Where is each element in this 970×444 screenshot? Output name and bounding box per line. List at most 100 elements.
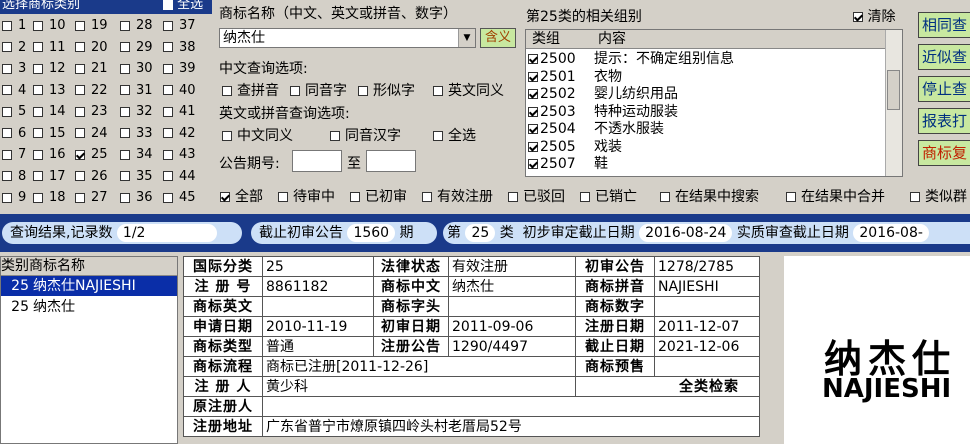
category-item-9[interactable]: 9 bbox=[2, 189, 26, 207]
category-checkbox[interactable] bbox=[163, 192, 173, 203]
filter-option-5[interactable]: 已驳回 bbox=[508, 186, 565, 206]
category-checkbox[interactable] bbox=[2, 42, 12, 52]
category-checkbox[interactable] bbox=[163, 149, 173, 160]
category-item-44[interactable]: 44 bbox=[163, 168, 196, 186]
group-checkbox[interactable] bbox=[528, 54, 538, 64]
stop-search-button[interactable]: 停止查 bbox=[918, 76, 970, 102]
issue-to-input[interactable] bbox=[366, 150, 416, 172]
category-checkbox[interactable] bbox=[75, 192, 85, 203]
group-row[interactable]: 2500 提示：不确定组别信息 bbox=[528, 50, 734, 68]
category-item-13[interactable]: 13 bbox=[33, 82, 66, 100]
category-checkbox[interactable] bbox=[75, 106, 85, 117]
cn-option-checkbox[interactable] bbox=[433, 86, 443, 96]
filter-option-2[interactable]: 待审中 bbox=[278, 186, 335, 206]
category-checkbox[interactable] bbox=[2, 128, 12, 138]
select-all-checkbox[interactable] bbox=[163, 0, 173, 10]
category-item-25[interactable]: 25 bbox=[75, 146, 108, 164]
category-checkbox[interactable] bbox=[33, 42, 43, 52]
category-item-6[interactable]: 6 bbox=[2, 125, 26, 143]
report-print-button[interactable]: 报表打 bbox=[918, 108, 970, 134]
filter-checkbox[interactable] bbox=[580, 192, 590, 202]
category-item-41[interactable]: 41 bbox=[163, 103, 196, 121]
category-item-42[interactable]: 42 bbox=[163, 125, 196, 143]
category-item-20[interactable]: 20 bbox=[75, 39, 108, 57]
category-checkbox[interactable] bbox=[2, 106, 12, 117]
category-checkbox[interactable] bbox=[2, 63, 12, 74]
category-checkbox[interactable] bbox=[163, 63, 173, 74]
category-checkbox[interactable] bbox=[163, 128, 173, 138]
category-checkbox[interactable] bbox=[33, 106, 43, 117]
category-item-7[interactable]: 7 bbox=[2, 146, 26, 164]
category-checkbox[interactable] bbox=[75, 85, 85, 95]
category-checkbox[interactable] bbox=[120, 20, 130, 31]
category-item-5[interactable]: 5 bbox=[2, 103, 26, 121]
filter-checkbox[interactable] bbox=[220, 192, 230, 202]
category-checkbox[interactable] bbox=[120, 106, 130, 117]
category-checkbox[interactable] bbox=[120, 171, 130, 181]
filter-checkbox[interactable] bbox=[786, 192, 796, 202]
cn-option-4[interactable]: 英文同义 bbox=[433, 80, 504, 100]
category-item-28[interactable]: 28 bbox=[120, 17, 153, 35]
en-option-1[interactable]: 中文同义 bbox=[222, 125, 293, 145]
filter-option-3[interactable]: 已初审 bbox=[350, 186, 407, 206]
category-item-10[interactable]: 10 bbox=[33, 17, 66, 35]
similar-search-button[interactable]: 近似查 bbox=[918, 44, 970, 70]
category-checkbox[interactable] bbox=[163, 42, 173, 52]
category-item-22[interactable]: 22 bbox=[75, 82, 108, 100]
category-checkbox[interactable] bbox=[33, 20, 43, 31]
filter-option-8[interactable]: 在结果中合并 bbox=[786, 186, 885, 206]
full-search-button[interactable]: 全类检索 bbox=[575, 376, 760, 397]
category-item-19[interactable]: 19 bbox=[75, 17, 108, 35]
category-checkbox[interactable] bbox=[33, 85, 43, 95]
category-item-2[interactable]: 2 bbox=[2, 39, 26, 57]
category-item-38[interactable]: 38 bbox=[163, 39, 196, 57]
filter-checkbox[interactable] bbox=[660, 192, 670, 202]
category-checkbox[interactable] bbox=[33, 192, 43, 203]
category-item-27[interactable]: 27 bbox=[75, 189, 108, 207]
filter-option-1[interactable]: 全部 bbox=[220, 186, 263, 206]
group-row[interactable]: 2504 不透水服装 bbox=[528, 120, 664, 138]
category-checkbox[interactable] bbox=[163, 20, 173, 31]
category-checkbox[interactable] bbox=[33, 171, 43, 181]
category-item-15[interactable]: 15 bbox=[33, 125, 66, 143]
cn-option-1[interactable]: 查拼音 bbox=[222, 80, 279, 100]
filter-checkbox[interactable] bbox=[350, 192, 360, 202]
category-checkbox[interactable] bbox=[120, 85, 130, 95]
category-item-11[interactable]: 11 bbox=[33, 39, 66, 57]
category-item-30[interactable]: 30 bbox=[120, 60, 153, 78]
category-item-8[interactable]: 8 bbox=[2, 168, 26, 186]
select-all-categories[interactable]: 全选 bbox=[163, 0, 203, 12]
category-checkbox[interactable] bbox=[75, 128, 85, 138]
group-row[interactable]: 2507 鞋 bbox=[528, 155, 608, 173]
category-checkbox[interactable] bbox=[33, 149, 43, 160]
scrollbar-thumb[interactable] bbox=[887, 70, 900, 110]
group-row[interactable]: 2501 衣物 bbox=[528, 68, 622, 86]
category-checkbox[interactable] bbox=[163, 106, 173, 117]
en-option-checkbox[interactable] bbox=[330, 131, 340, 141]
cn-option-3[interactable]: 形似字 bbox=[358, 80, 415, 100]
cn-option-checkbox[interactable] bbox=[290, 86, 300, 96]
trademark-name-input[interactable]: 纳杰仕 ▼ bbox=[219, 28, 476, 48]
clear-option[interactable]: 清除 bbox=[853, 6, 895, 26]
category-item-16[interactable]: 16 bbox=[33, 146, 66, 164]
category-item-3[interactable]: 3 bbox=[2, 60, 26, 78]
category-item-40[interactable]: 40 bbox=[163, 82, 196, 100]
category-checkbox[interactable] bbox=[75, 171, 85, 181]
category-item-37[interactable]: 37 bbox=[163, 17, 196, 35]
category-item-34[interactable]: 34 bbox=[120, 146, 153, 164]
filter-option-7[interactable]: 在结果中搜索 bbox=[660, 186, 759, 206]
category-item-21[interactable]: 21 bbox=[75, 60, 108, 78]
group-checkbox[interactable] bbox=[528, 124, 538, 134]
category-item-26[interactable]: 26 bbox=[75, 168, 108, 186]
filter-checkbox[interactable] bbox=[422, 192, 432, 202]
filter-option-4[interactable]: 有效注册 bbox=[422, 186, 493, 206]
category-checkbox[interactable] bbox=[2, 85, 12, 95]
issue-from-input[interactable] bbox=[292, 150, 342, 172]
group-row[interactable]: 2505 戏装 bbox=[528, 138, 622, 156]
category-item-24[interactable]: 24 bbox=[75, 125, 108, 143]
group-checkbox[interactable] bbox=[528, 71, 538, 82]
category-checkbox[interactable] bbox=[2, 149, 12, 160]
category-item-14[interactable]: 14 bbox=[33, 103, 66, 121]
category-item-45[interactable]: 45 bbox=[163, 189, 196, 207]
category-item-23[interactable]: 23 bbox=[75, 103, 108, 121]
